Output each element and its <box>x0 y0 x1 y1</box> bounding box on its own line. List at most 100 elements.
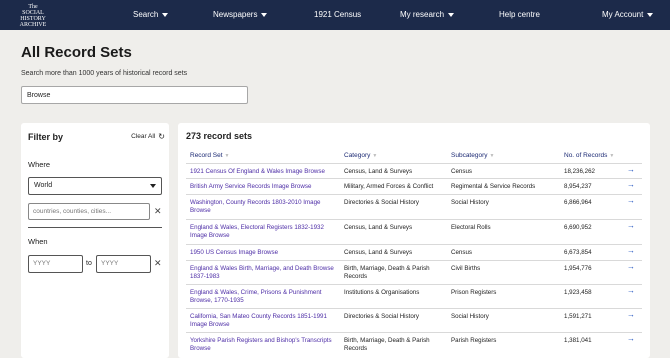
refresh-icon: ↻ <box>158 132 165 141</box>
nav-label: My Account <box>602 10 644 19</box>
sort-arrows-icon: ▼ <box>609 153 615 159</box>
column-header-label: Category <box>344 152 371 159</box>
record-set-link[interactable]: 1921 Census Of England & Wales Image Bro… <box>190 168 340 176</box>
table-row[interactable]: England & Wales, Electoral Registers 183… <box>186 219 642 244</box>
where-select[interactable]: World <box>28 177 162 195</box>
nav-label: Search <box>133 10 159 19</box>
to-year-input[interactable]: YYYY <box>96 255 151 273</box>
category-cell: Military, Armed Forces & Conflict <box>344 183 434 190</box>
arrow-right-icon[interactable]: → <box>627 287 635 295</box>
record-count-cell: 6,866,964 <box>564 199 592 206</box>
arrow-right-icon[interactable]: → <box>627 247 635 255</box>
column-header-label: Subcategory <box>451 152 488 159</box>
category-cell: Birth, Marriage, Death & Parish Records <box>344 337 430 352</box>
column-header-label: Record Set <box>190 152 223 159</box>
arrow-right-icon[interactable]: → <box>627 166 635 174</box>
results-panel: 273 record sets Record Set ▼ Category ▼ Su… <box>178 123 650 358</box>
table-row[interactable]: Yorkshire Parish Registers and Bishop's … <box>186 332 642 358</box>
record-set-search-input[interactable] <box>21 86 248 104</box>
sort-arrows-icon: ▼ <box>489 153 495 159</box>
record-set-link[interactable]: England & Wales, Electoral Registers 183… <box>190 224 340 240</box>
subcategory-cell: Electoral Rolls <box>451 224 491 231</box>
column-header-category[interactable]: Category ▼ <box>344 152 377 159</box>
table-row[interactable]: England & Wales, Crime, Prisons & Punish… <box>186 284 642 308</box>
record-set-link[interactable]: California, San Mateo County Records 185… <box>190 313 340 329</box>
subcategory-cell: Regimental & Service Records <box>451 183 536 190</box>
table-row[interactable]: England & Wales Birth, Marriage, and Dea… <box>186 260 642 284</box>
nav-newspapers[interactable]: Newspapers <box>213 10 268 19</box>
nav-label: 1921 Census <box>314 10 362 19</box>
where-selected-value: World <box>34 182 53 189</box>
nav-label: Help centre <box>499 10 540 19</box>
nav-my-account[interactable]: My Account <box>602 10 654 19</box>
subcategory-cell: Parish Registers <box>451 337 497 344</box>
category-cell: Directories & Social History <box>344 313 419 320</box>
category-cell: Directories & Social History <box>344 199 419 206</box>
chevron-down-icon <box>261 12 268 17</box>
subcategory-cell: Social History <box>451 199 489 206</box>
subcategory-cell: Census <box>451 168 472 175</box>
arrow-right-icon[interactable]: → <box>627 311 635 319</box>
record-count-cell: 6,673,854 <box>564 249 592 256</box>
arrow-right-icon[interactable]: → <box>627 197 635 205</box>
page-subtitle: Search more than 1000 years of historica… <box>21 70 188 77</box>
table-row[interactable]: 1921 Census Of England & Wales Image Bro… <box>186 163 642 178</box>
nav-1921-census[interactable]: 1921 Census <box>314 10 361 19</box>
table-row[interactable]: Washington, County Records 1803-2010 Ima… <box>186 194 642 219</box>
record-count-cell: 1,591,271 <box>564 313 592 320</box>
category-cell: Census, Land & Surveys <box>344 224 413 231</box>
sort-arrows-icon: ▼ <box>224 153 230 159</box>
page-title: All Record Sets <box>21 44 132 61</box>
column-header-subcategory[interactable]: Subcategory ▼ <box>451 152 494 159</box>
site-logo[interactable]: The SOCIAL HISTORY ARCHIVE <box>16 4 50 28</box>
arrow-right-icon[interactable]: → <box>627 222 635 230</box>
nav-search[interactable]: Search <box>133 10 169 19</box>
record-count-cell: 1,954,776 <box>564 265 592 272</box>
result-count: 273 record sets <box>186 131 253 141</box>
record-set-link[interactable]: British Army Service Records Image Brows… <box>190 183 340 191</box>
record-count-cell: 8,954,237 <box>564 183 592 190</box>
record-set-link[interactable]: England & Wales, Crime, Prisons & Punish… <box>190 289 340 305</box>
nav-my-research[interactable]: My research <box>400 10 455 19</box>
top-navigation-bar: The SOCIAL HISTORY ARCHIVE Search Newspa… <box>0 0 670 30</box>
table-row[interactable]: California, San Mateo County Records 185… <box>186 308 642 332</box>
record-count-cell: 6,690,952 <box>564 224 592 231</box>
category-cell: Birth, Marriage, Death & Parish Records <box>344 265 430 280</box>
when-label: When <box>28 237 48 246</box>
chevron-down-icon <box>647 12 654 17</box>
record-set-link[interactable]: England & Wales Birth, Marriage, and Dea… <box>190 265 340 281</box>
divider <box>28 227 162 228</box>
nav-label: Newspapers <box>213 10 258 19</box>
chevron-down-icon <box>162 12 169 17</box>
chevron-down-icon <box>448 12 455 17</box>
table-row[interactable]: 1950 US Census Image Browse Census, Land… <box>186 244 642 260</box>
sort-arrows-icon: ▼ <box>372 153 378 159</box>
filter-panel: Filter by Clear All ↻ Where World countr… <box>21 123 169 358</box>
clear-all-button[interactable]: Clear All ↻ <box>131 132 165 141</box>
column-header-record-set[interactable]: Record Set ▼ <box>190 152 229 159</box>
column-header-record-count[interactable]: No. of Records ▼ <box>564 152 614 159</box>
chevron-down-icon <box>150 184 156 188</box>
record-set-link[interactable]: 1950 US Census Image Browse <box>190 249 340 257</box>
clear-all-label: Clear All <box>131 133 156 140</box>
place-search-input[interactable]: countries, counties, cities... <box>28 203 150 220</box>
record-count-cell: 1,923,458 <box>564 289 592 296</box>
arrow-right-icon[interactable]: → <box>627 335 635 343</box>
record-set-link[interactable]: Washington, County Records 1803-2010 Ima… <box>190 199 340 215</box>
arrow-right-icon[interactable]: → <box>627 181 635 189</box>
nav-help-centre[interactable]: Help centre <box>499 10 540 19</box>
record-set-link[interactable]: Yorkshire Parish Registers and Bishop's … <box>190 337 340 353</box>
filter-title: Filter by <box>28 132 64 142</box>
record-count-cell: 18,236,262 <box>564 168 595 175</box>
close-icon[interactable]: ✕ <box>154 206 162 217</box>
close-icon[interactable]: ✕ <box>154 258 162 269</box>
where-label: Where <box>28 160 51 169</box>
nav-label: My research <box>400 10 445 19</box>
from-year-input[interactable]: YYYY <box>28 255 83 273</box>
subcategory-cell: Prison Registers <box>451 289 497 296</box>
table-row[interactable]: British Army Service Records Image Brows… <box>186 178 642 194</box>
category-cell: Census, Land & Surveys <box>344 249 413 256</box>
logo-line: ARCHIVE <box>19 22 47 28</box>
subcategory-cell: Social History <box>451 313 489 320</box>
arrow-right-icon[interactable]: → <box>627 263 635 271</box>
